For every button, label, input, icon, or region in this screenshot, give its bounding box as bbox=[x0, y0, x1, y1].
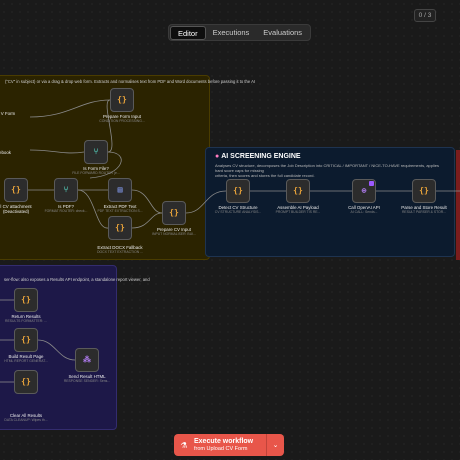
document-icon: ▤ bbox=[117, 185, 123, 194]
execute-workflow-text: Execute workflow from Upload CV Form bbox=[194, 438, 266, 453]
code-icon: {} bbox=[21, 295, 31, 304]
switch-icon: ⑂ bbox=[93, 147, 99, 156]
view-tabs: Editor Executions Evaluations bbox=[168, 24, 312, 41]
chevron-down-icon[interactable]: ⌄ bbox=[266, 434, 284, 456]
node-sublabel: RESPONSE SENDER: Sens... bbox=[63, 379, 111, 383]
upload-form-label: V Form bbox=[0, 111, 16, 116]
tab-editor[interactable]: Editor bbox=[170, 25, 206, 40]
switch-icon: ⑂ bbox=[63, 185, 69, 194]
tab-evaluations[interactable]: Evaluations bbox=[256, 26, 309, 40]
call-openai-node[interactable]: ⊕ bbox=[352, 179, 376, 203]
code-icon: {} bbox=[115, 223, 125, 232]
connection bbox=[29, 99, 111, 118]
node-sublabel: PROMPT BUILDER TIS RE... bbox=[275, 210, 321, 214]
connection bbox=[131, 212, 163, 229]
cv-attachment-node[interactable]: {} bbox=[4, 178, 28, 202]
node-sublabel: CONDITION PROCESSING... bbox=[99, 119, 145, 123]
connections-layer bbox=[0, 99, 460, 383]
node-sublabel: PDF TEXT EXTRACTION S... bbox=[97, 209, 143, 213]
code-icon: {} bbox=[169, 208, 179, 217]
execute-workflow-label: Execute workflow bbox=[194, 437, 254, 445]
tab-executions[interactable]: Executions bbox=[206, 26, 257, 40]
code-icon: {} bbox=[293, 186, 303, 195]
node-sublabel: DOCX TEXT EXTRACTION ... bbox=[97, 250, 143, 254]
execution-counter: 0 / 3 bbox=[414, 9, 436, 22]
status-indicator bbox=[369, 181, 374, 186]
node-label-deactivated: (Deactivated) bbox=[2, 209, 30, 214]
connection bbox=[29, 149, 85, 154]
build-result-page-node[interactable]: {} bbox=[14, 328, 38, 352]
extract-docx-node[interactable]: {} bbox=[108, 216, 132, 240]
send-result-html-node[interactable]: ⁂ bbox=[75, 348, 99, 372]
play-icon: ⚗ bbox=[180, 440, 188, 450]
is-form-file-node[interactable]: ⑂ bbox=[84, 140, 108, 164]
node-sublabel: AI CALL: Sends... bbox=[350, 210, 378, 214]
webhook-label: ebook bbox=[0, 150, 11, 155]
assemble-ai-payload-node[interactable]: {} bbox=[286, 179, 310, 203]
code-icon: {} bbox=[21, 377, 31, 386]
node-sublabel: FORMAT ROUTER: check... bbox=[44, 209, 88, 213]
code-icon: {} bbox=[419, 186, 429, 195]
node-sublabel: FILE FORWARD ROUTER (e... bbox=[72, 171, 120, 175]
node-sublabel: CV STRUCTURE ANALYSIS... bbox=[214, 210, 262, 214]
code-icon: {} bbox=[21, 335, 31, 344]
parse-store-result-node[interactable]: {} bbox=[412, 179, 436, 203]
openai-icon: ⊕ bbox=[361, 186, 367, 195]
node-sublabel: RESULTS FORMATTER: ... bbox=[5, 319, 47, 323]
code-icon: {} bbox=[11, 185, 21, 194]
return-results-node[interactable]: {} bbox=[14, 288, 38, 312]
code-icon: {} bbox=[233, 186, 243, 195]
prepare-cv-input-node[interactable]: {} bbox=[162, 201, 186, 225]
extract-pdf-node[interactable]: ▤ bbox=[108, 178, 132, 202]
is-pdf-node[interactable]: ⑂ bbox=[54, 178, 78, 202]
detect-cv-structure-node[interactable]: {} bbox=[226, 179, 250, 203]
execute-workflow-trigger: from Upload CV Form bbox=[194, 445, 248, 452]
node-sublabel: RESULT PARSER & STOR... bbox=[401, 210, 447, 214]
workflow-canvas[interactable]: ("CV" in subject) or via a drag & drop w… bbox=[0, 0, 460, 460]
connection bbox=[37, 339, 76, 361]
node-sublabel: HTML REPORT GENERAT... bbox=[4, 359, 48, 363]
webhook-icon: ⁂ bbox=[83, 355, 91, 364]
prepare-form-input-node[interactable]: {} bbox=[110, 88, 134, 112]
execute-workflow-button[interactable]: ⚗ Execute workflow from Upload CV Form ⌄ bbox=[174, 434, 284, 456]
node-sublabel: INPUT NORMALISER: BUI... bbox=[152, 232, 196, 236]
code-icon: {} bbox=[117, 95, 127, 104]
node-sublabel: DATA CLEANUP: Wipes th... bbox=[4, 418, 48, 422]
clear-all-results-node[interactable]: {} bbox=[14, 370, 38, 394]
